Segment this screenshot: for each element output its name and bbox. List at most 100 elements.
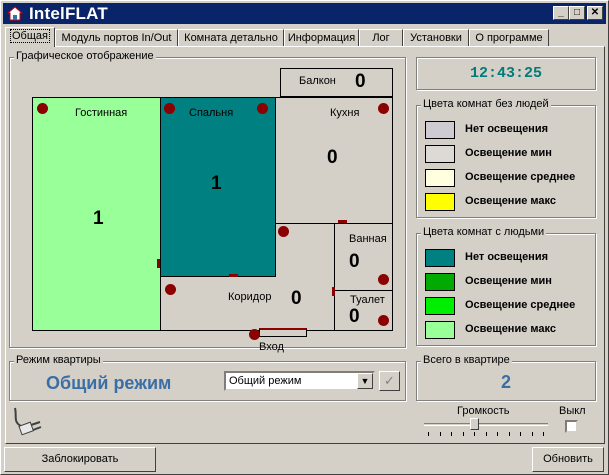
room-name: Спальня <box>189 107 234 119</box>
sensor-icon <box>378 315 389 326</box>
color-swatch <box>425 193 455 211</box>
sensor-icon <box>378 274 389 285</box>
sensor-icon <box>165 284 176 295</box>
slider-tick <box>451 432 452 436</box>
slider-tick <box>474 432 475 436</box>
refresh-button[interactable]: Обновить <box>532 447 604 472</box>
tab-general[interactable]: Общая <box>5 27 55 47</box>
maximize-icon: □ <box>573 7 581 18</box>
slider-tick <box>532 432 533 436</box>
slider-tick <box>520 432 521 436</box>
slider-tick <box>509 432 510 436</box>
close-icon: ✕ <box>590 7 600 18</box>
mode-select[interactable]: Общий режим ▼ <box>224 371 375 391</box>
total-label: Всего в квартире <box>421 354 512 366</box>
legend-label: Нет освещения <box>465 251 549 263</box>
tab-settings[interactable]: Установки <box>403 29 469 46</box>
legend-empty-rooms: Цвета комнат без людей Нет освещения Осв… <box>416 98 596 218</box>
room-name: Ванная <box>349 233 387 245</box>
tab-room-detail[interactable]: Комната детально <box>178 29 284 46</box>
color-swatch <box>425 297 455 315</box>
room-name: Коридор <box>228 291 272 303</box>
house-icon <box>7 6 23 21</box>
room-occupant-count: 0 <box>349 251 360 272</box>
legend-occupied-rooms: Цвета комнат с людьми Нет освещения Осве… <box>416 226 596 346</box>
mode-group-label: Режим квартиры <box>14 354 103 366</box>
slider-tick <box>543 432 544 436</box>
floor-plan-group-label: Графическое отображение <box>14 50 156 62</box>
legend-label: Освещение среднее <box>465 299 576 311</box>
room-name: Кухня <box>330 107 360 119</box>
entrance-label: Вход <box>259 341 284 353</box>
lock-button[interactable]: Заблокировать <box>4 447 156 472</box>
mute-label: Выкл <box>559 405 586 417</box>
legend-empty-title: Цвета комнат без людей <box>421 98 551 110</box>
legend-label: Освещение макс <box>465 195 556 207</box>
room-living-room[interactable]: Гостинная 1 <box>32 97 162 331</box>
tab-information[interactable]: Информация <box>284 29 359 46</box>
room-kitchen[interactable]: Кухня 0 <box>275 97 393 224</box>
room-occupant-count: 0 <box>291 288 302 309</box>
sensor-icon <box>257 103 268 114</box>
room-bedroom[interactable]: Спальня 1 <box>160 97 276 277</box>
minimize-button[interactable]: _ <box>553 6 569 20</box>
minimize-icon: _ <box>558 7 564 18</box>
app-window: IntelFLAT _ □ ✕ Общая Модуль портов In/O… <box>0 0 609 475</box>
slider-tick <box>486 432 487 436</box>
slider-tick <box>497 432 498 436</box>
door-marker <box>157 259 160 268</box>
slider-track <box>424 423 548 426</box>
legend-label: Освещение макс <box>465 323 556 335</box>
sensor-icon <box>378 103 389 114</box>
color-swatch <box>425 321 455 339</box>
mode-select-value: Общий режим <box>229 375 302 387</box>
color-swatch <box>425 273 455 291</box>
volume-label: Громкость <box>457 405 510 417</box>
sensor-icon <box>249 329 260 340</box>
room-balcony[interactable]: Балкон 0 <box>280 68 393 97</box>
title-bar[interactable]: IntelFLAT _ □ ✕ <box>3 3 606 24</box>
checkmark-icon: ✓ <box>384 373 395 388</box>
legend-label: Освещение мин <box>465 275 552 287</box>
door-marker <box>338 220 347 223</box>
tab-about[interactable]: О программе <box>469 29 549 46</box>
tab-label: Общая <box>10 29 50 43</box>
door-marker <box>229 274 238 277</box>
room-occupant-count: 1 <box>211 173 222 194</box>
color-swatch <box>425 121 455 139</box>
close-button[interactable]: ✕ <box>587 6 603 20</box>
mode-group: Режим квартиры Общий режим Общий режим ▼… <box>9 354 406 401</box>
color-swatch <box>425 145 455 163</box>
door-marker <box>332 287 335 296</box>
sensor-icon <box>37 103 48 114</box>
slider-thumb[interactable] <box>470 418 479 430</box>
slider-tick <box>440 432 441 436</box>
sensor-icon <box>164 103 175 114</box>
total-group: Всего в квартире 2 <box>416 354 596 401</box>
clock-box: 12:43:25 <box>416 57 596 90</box>
apply-mode-button[interactable]: ✓ <box>379 371 400 391</box>
room-name: Балкон <box>299 75 336 87</box>
room-occupant-count: 0 <box>327 147 338 168</box>
tab-log[interactable]: Лог <box>359 29 403 46</box>
maximize-button[interactable]: □ <box>569 6 585 20</box>
plug-icon <box>14 407 42 436</box>
sensor-icon <box>278 226 289 237</box>
room-name: Гостинная <box>75 107 128 119</box>
legend-label: Нет освещения <box>465 123 549 135</box>
tab-port-module[interactable]: Модуль портов In/Out <box>55 29 178 46</box>
slider-tick <box>463 432 464 436</box>
chevron-down-icon[interactable]: ▼ <box>357 373 373 389</box>
room-occupant-count: 0 <box>349 306 360 327</box>
room-occupant-count: 0 <box>355 71 366 92</box>
volume-slider[interactable] <box>424 418 548 437</box>
room-name: Туалет <box>350 294 385 306</box>
clock-time: 12:43:25 <box>469 65 542 82</box>
mute-checkbox[interactable] <box>565 420 578 433</box>
legend-label: Освещение мин <box>465 147 552 159</box>
total-count: 2 <box>500 372 511 392</box>
color-swatch <box>425 169 455 187</box>
room-occupant-count: 1 <box>93 208 104 229</box>
color-swatch <box>425 249 455 267</box>
window-title: IntelFLAT <box>29 4 108 23</box>
